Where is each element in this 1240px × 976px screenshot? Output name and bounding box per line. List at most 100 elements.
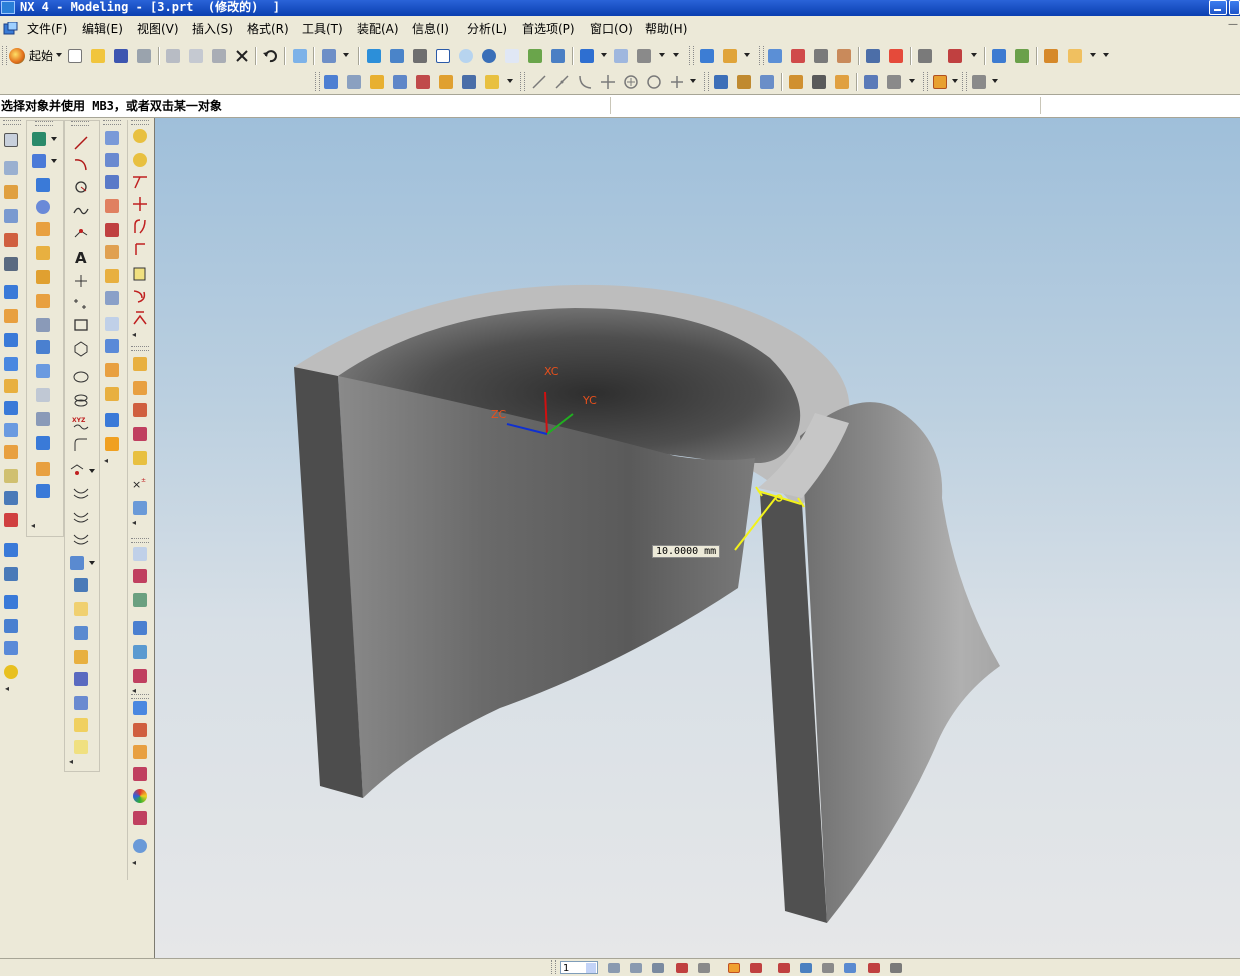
- point-edit-icon[interactable]: × ±: [130, 474, 150, 494]
- extract-curve-icon[interactable]: [71, 599, 91, 619]
- through-mesh-icon[interactable]: [102, 172, 122, 192]
- quilt-icon[interactable]: [102, 336, 122, 356]
- wcs-save-icon[interactable]: [820, 962, 836, 974]
- orient-front-icon[interactable]: [628, 962, 644, 974]
- smooth-curve-icon[interactable]: [71, 737, 91, 757]
- curve-dropdown-icon[interactable]: [690, 79, 696, 83]
- through-curves-icon[interactable]: [102, 150, 122, 170]
- section-analysis-icon[interactable]: [812, 47, 830, 65]
- wcs-more-icon[interactable]: [866, 962, 882, 974]
- menu-assemblies[interactable]: 装配(A): [357, 21, 399, 37]
- section-curve-icon[interactable]: [71, 575, 91, 595]
- shell-side-icon[interactable]: [33, 291, 53, 311]
- wireframe-icon[interactable]: [612, 47, 630, 65]
- extension-icon[interactable]: [102, 288, 122, 308]
- global-shaping-icon[interactable]: [102, 360, 122, 380]
- enlarge-icon[interactable]: [102, 410, 122, 430]
- toolbar-more-icon[interactable]: ◂: [5, 684, 9, 693]
- swept-icon[interactable]: [102, 196, 122, 216]
- chamfer-feature-icon[interactable]: [460, 73, 478, 91]
- color-wheel-icon[interactable]: [130, 786, 150, 806]
- feature-tool-icon[interactable]: [916, 47, 934, 65]
- revolve-feature-icon[interactable]: [368, 73, 386, 91]
- color-map-icon[interactable]: [887, 47, 905, 65]
- undo-icon[interactable]: [261, 47, 279, 65]
- toolbar-overflow-icon[interactable]: [673, 53, 679, 57]
- wcs-rotate-icon[interactable]: [776, 962, 792, 974]
- tool-dropdown-icon[interactable]: [1090, 53, 1096, 57]
- thicken-icon[interactable]: [1, 540, 21, 560]
- open-folder-icon[interactable]: [89, 47, 107, 65]
- surface-bend-icon[interactable]: [130, 424, 150, 444]
- wcs-dynamic-icon[interactable]: [726, 962, 742, 974]
- toolbar-more-icon[interactable]: ◂: [104, 456, 108, 465]
- tool-wrench-icon[interactable]: [1042, 47, 1060, 65]
- trimmed-sheet-icon[interactable]: [102, 384, 122, 404]
- tube-icon[interactable]: [1, 254, 21, 274]
- mirror-icon[interactable]: [758, 73, 776, 91]
- utility-icon[interactable]: [970, 73, 988, 91]
- trim-curve-icon[interactable]: [71, 623, 91, 643]
- menu-information[interactable]: 信息(I): [412, 21, 449, 37]
- draft-side-icon[interactable]: [33, 315, 53, 335]
- render-cycle-icon[interactable]: [130, 836, 150, 856]
- cylinder-solid-icon[interactable]: [1, 616, 21, 636]
- toolbar-more-icon[interactable]: ◂: [132, 518, 136, 527]
- offset-surface-icon[interactable]: [102, 314, 122, 334]
- tool-star-icon[interactable]: [1066, 47, 1084, 65]
- move-layer-icon[interactable]: [885, 73, 903, 91]
- orient-trimetric-icon[interactable]: [696, 962, 712, 974]
- ellipse-tool-icon[interactable]: [71, 367, 91, 387]
- mate-icon[interactable]: [833, 73, 851, 91]
- new-file-icon[interactable]: [66, 47, 84, 65]
- plus-point-icon[interactable]: [668, 73, 686, 91]
- delete-icon[interactable]: [233, 47, 251, 65]
- ruled-surface-icon[interactable]: [102, 128, 122, 148]
- component-icon[interactable]: [787, 73, 805, 91]
- shaded-icon[interactable]: [578, 47, 596, 65]
- part-navigator-icon[interactable]: [1, 130, 21, 150]
- sphere-icon[interactable]: [1, 662, 21, 682]
- face-analysis-icon[interactable]: [789, 47, 807, 65]
- start-button[interactable]: 起始: [9, 47, 53, 65]
- sync-tool-icon[interactable]: [946, 47, 964, 65]
- point-pattern-icon[interactable]: [71, 293, 91, 313]
- change-degree-icon[interactable]: [130, 264, 150, 284]
- constraint-icon[interactable]: [735, 73, 753, 91]
- color-layer-icon[interactable]: [130, 764, 150, 784]
- x-form-icon[interactable]: [130, 126, 150, 146]
- feature-ops-icon[interactable]: [1, 182, 21, 202]
- curve-length-icon[interactable]: [71, 715, 91, 735]
- datum-dropdown-icon[interactable]: [51, 159, 57, 163]
- shell-feature-icon[interactable]: [483, 73, 501, 91]
- utility-dropdown-icon[interactable]: [992, 79, 998, 83]
- rectangle-tool-icon[interactable]: [71, 315, 91, 335]
- explode-icon[interactable]: [810, 73, 828, 91]
- extrude-feature-icon[interactable]: [345, 73, 363, 91]
- circle-icon[interactable]: [645, 73, 663, 91]
- display-icon[interactable]: [411, 47, 429, 65]
- project-curve-icon[interactable]: [71, 529, 91, 549]
- color-box-icon[interactable]: [130, 720, 150, 740]
- arc-icon[interactable]: [576, 73, 594, 91]
- bridge-surface-icon[interactable]: [102, 242, 122, 262]
- block-feature-icon[interactable]: [322, 73, 340, 91]
- menu-format[interactable]: 格式(R): [247, 21, 289, 37]
- extract-icon[interactable]: [33, 481, 53, 501]
- cube-solid-icon[interactable]: [1, 592, 21, 612]
- slot-icon[interactable]: [1, 376, 21, 396]
- selection-filter-icon[interactable]: [320, 47, 338, 65]
- menu-view[interactable]: 视图(V): [137, 21, 179, 37]
- arc-tool-icon[interactable]: [71, 155, 91, 175]
- text-tool-icon[interactable]: A: [71, 247, 91, 267]
- dimension-label[interactable]: 10.0000 mm: [652, 545, 721, 558]
- selection-dropdown-icon[interactable]: [343, 53, 349, 57]
- refresh-icon[interactable]: [365, 47, 383, 65]
- wcs-orient-icon[interactable]: [798, 962, 814, 974]
- blend-feature-icon[interactable]: [437, 73, 455, 91]
- minimize-button[interactable]: [1209, 0, 1227, 15]
- cube-orange-icon[interactable]: [1, 306, 21, 326]
- menu-analysis[interactable]: 分析(L): [467, 21, 507, 37]
- menu-help[interactable]: 帮助(H): [645, 21, 687, 37]
- edit-spline-icon[interactable]: [130, 308, 150, 328]
